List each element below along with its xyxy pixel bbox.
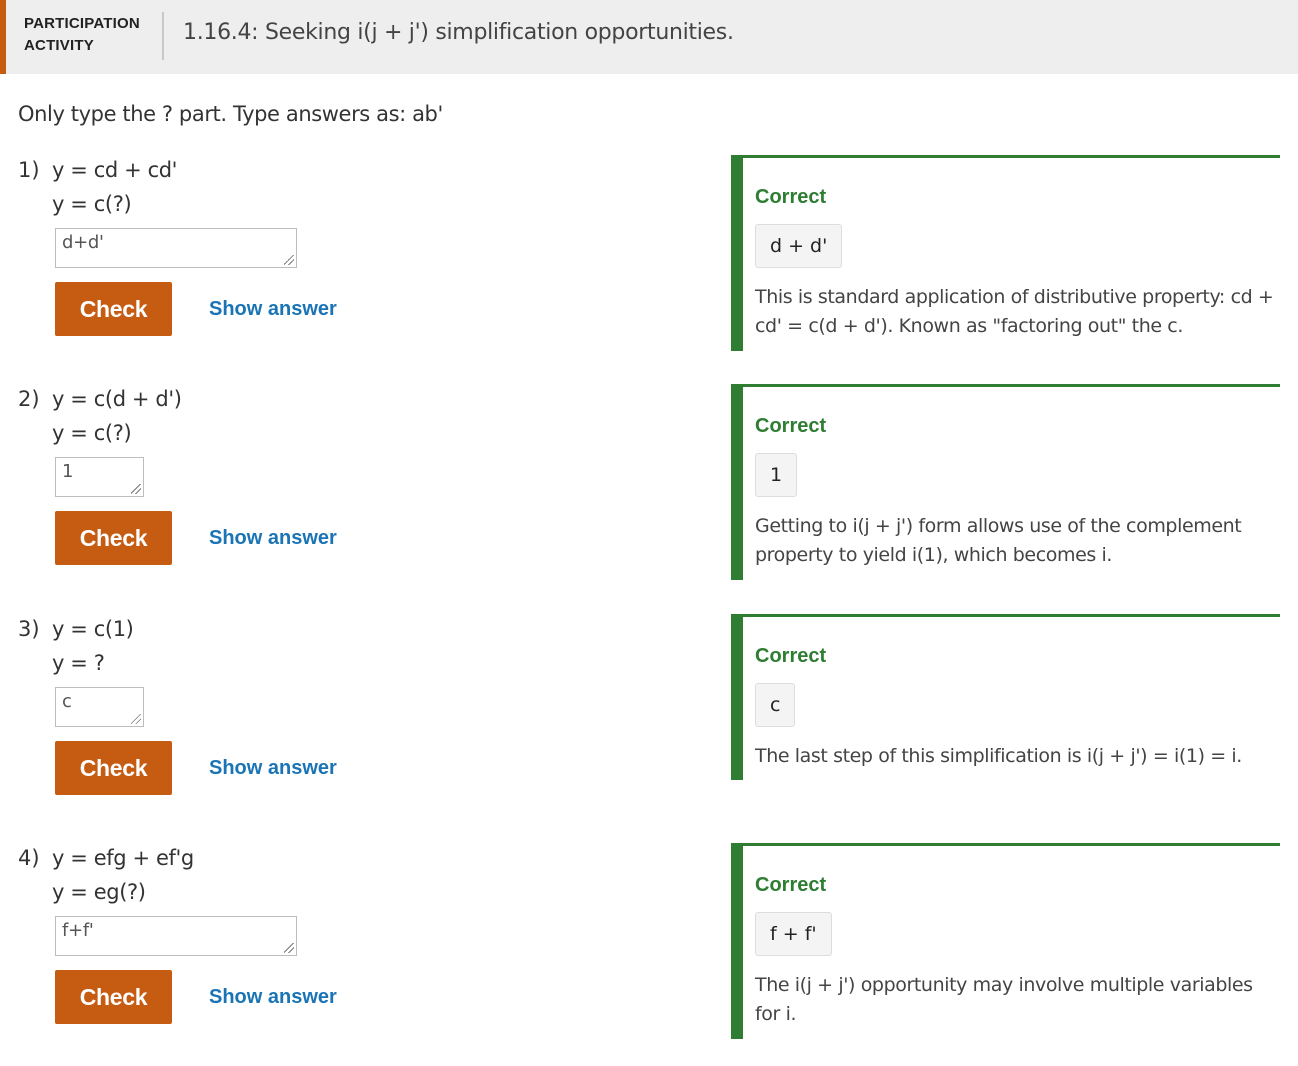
question-prompt: y = c(?) [52, 421, 132, 445]
answer-input[interactable]: f+f' [55, 916, 297, 956]
feedback-status: Correct [755, 415, 827, 437]
feedback-explanation: This is standard application of distribu… [755, 286, 1274, 337]
resize-handle-icon[interactable] [284, 943, 294, 953]
answer-input-value: d+d' [62, 232, 104, 253]
question-expression: y = c(d + d') [52, 387, 182, 411]
show-answer-link[interactable]: Show answer [209, 527, 337, 550]
check-button[interactable]: Check [55, 970, 172, 1024]
feedback-answer: 1 [755, 453, 798, 497]
header-divider [162, 12, 164, 60]
question-prompt: y = c(?) [52, 192, 132, 216]
question-number: 2) [18, 387, 40, 411]
question-prompt: y = eg(?) [52, 880, 146, 904]
check-button[interactable]: Check [55, 282, 172, 336]
feedback-panel-3: Correct c The last step of this simplifi… [731, 614, 1280, 780]
check-button[interactable]: Check [55, 511, 172, 565]
answer-input[interactable]: 1 [55, 457, 144, 497]
resize-handle-icon[interactable] [284, 255, 294, 265]
check-button[interactable]: Check [55, 741, 172, 795]
question-3: 3) y = c(1) y = ? c Check Show answer [0, 617, 700, 837]
feedback-explanation: The last step of this simplification is … [755, 745, 1242, 767]
instructions-text: Only type the ? part. Type answers as: a… [18, 102, 443, 126]
answer-input-value: c [62, 691, 72, 712]
feedback-status: Correct [755, 186, 827, 208]
question-2: 2) y = c(d + d') y = c(?) 1 Check Show a… [0, 387, 700, 607]
feedback-explanation: The i(j + j') opportunity may involve mu… [755, 974, 1253, 1025]
feedback-answer: f + f' [755, 912, 832, 956]
feedback-status: Correct [755, 874, 827, 896]
question-number: 1) [18, 158, 40, 182]
participation-activity-label: PARTICIPATION ACTIVITY [24, 15, 140, 54]
feedback-panel-1: Correct d + d' This is standard applicat… [731, 155, 1280, 351]
feedback-panel-4: Correct f + f' The i(j + j') opportunity… [731, 843, 1280, 1039]
feedback-status: Correct [755, 645, 827, 667]
show-answer-link[interactable]: Show answer [209, 986, 337, 1009]
question-4: 4) y = efg + ef'g y = eg(?) f+f' Check S… [0, 846, 700, 1066]
answer-input[interactable]: c [55, 687, 144, 727]
feedback-explanation: Getting to i(j + j') form allows use of … [755, 515, 1242, 566]
show-answer-link[interactable]: Show answer [209, 757, 337, 780]
show-answer-link[interactable]: Show answer [209, 298, 337, 321]
question-1: 1) y = cd + cd' y = c(?) d+d' Check Show… [0, 158, 700, 378]
question-expression: y = efg + ef'g [52, 846, 194, 870]
resize-handle-icon[interactable] [131, 484, 141, 494]
answer-input[interactable]: d+d' [55, 228, 297, 268]
feedback-answer: d + d' [755, 224, 843, 268]
feedback-panel-2: Correct 1 Getting to i(j + j') form allo… [731, 384, 1280, 580]
feedback-answer: c [755, 683, 796, 727]
activity-header: PARTICIPATION ACTIVITY 1.16.4: Seeking i… [0, 0, 1298, 74]
resize-handle-icon[interactable] [131, 714, 141, 724]
answer-input-value: 1 [62, 461, 74, 482]
activity-title: 1.16.4: Seeking i(j + j') simplification… [183, 20, 734, 45]
question-expression: y = c(1) [52, 617, 134, 641]
question-expression: y = cd + cd' [52, 158, 178, 182]
question-number: 3) [18, 617, 40, 641]
question-number: 4) [18, 846, 40, 870]
answer-input-value: f+f' [62, 920, 94, 941]
question-prompt: y = ? [52, 651, 105, 675]
